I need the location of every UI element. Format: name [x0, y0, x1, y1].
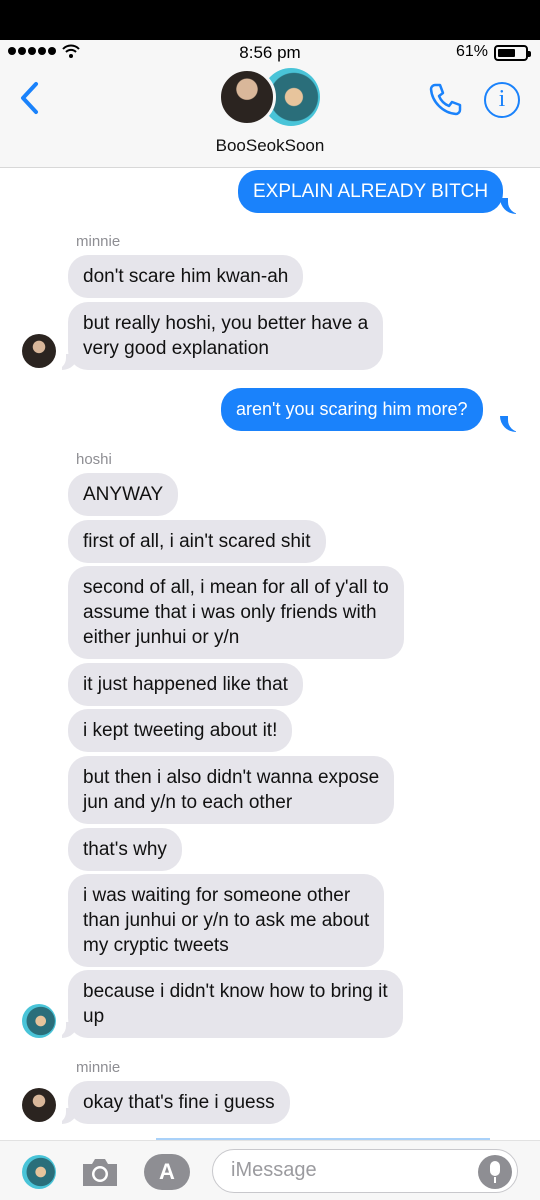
- incoming-message[interactable]: it just happened like that: [68, 663, 303, 706]
- bubble-tail: [500, 198, 520, 214]
- message-text: okay that's fine i guess: [83, 1092, 275, 1113]
- message-text: don't scare him kwan-ah: [83, 266, 289, 287]
- message-line: my cryptic tweets: [83, 935, 229, 956]
- message-composer: A iMessage: [0, 1140, 540, 1200]
- message-line: jun and y/n to each other: [83, 792, 293, 813]
- outgoing-message[interactable]: aren't you scaring him more?: [221, 388, 483, 431]
- phone-icon[interactable]: [426, 80, 464, 118]
- app-store-icon[interactable]: A: [144, 1154, 190, 1190]
- incoming-message[interactable]: first of all, i ain't scared shit: [68, 520, 326, 563]
- avatar[interactable]: [22, 334, 56, 368]
- avatar: [218, 68, 276, 126]
- status-bar: 8:56 pm 61%: [0, 40, 540, 64]
- conversation-title[interactable]: BooSeokSoon: [0, 136, 540, 156]
- message-text: aren't you scaring him more?: [236, 399, 468, 419]
- bubble-tail: [54, 1022, 78, 1038]
- outgoing-message[interactable]: EXPLAIN ALREADY BITCH: [238, 170, 504, 213]
- message-text: EXPLAIN ALREADY BITCH: [253, 181, 489, 202]
- top-black-bar: [0, 0, 540, 40]
- message-text: first of all, i ain't scared shit: [83, 531, 311, 552]
- message-text: it just happened like that: [83, 674, 288, 695]
- imessage-input[interactable]: iMessage: [212, 1149, 518, 1193]
- bubble-tail: [500, 416, 520, 432]
- battery-percentage: 61%: [455, 43, 488, 60]
- message-line: but then i also didn't wanna expose: [83, 767, 380, 788]
- incoming-message[interactable]: that's why: [68, 828, 182, 871]
- info-icon[interactable]: i: [484, 82, 520, 118]
- message-line: up: [83, 1006, 105, 1027]
- incoming-message[interactable]: don't scare him kwan-ah: [68, 255, 304, 298]
- incoming-message[interactable]: ANYWAY: [68, 473, 179, 516]
- incoming-message[interactable]: i was waiting for someone other than jun…: [68, 874, 385, 967]
- message-line: because i didn't know how to bring it: [83, 981, 388, 1002]
- group-avatars[interactable]: [218, 66, 322, 126]
- message-line: very good explanation: [83, 338, 269, 359]
- camera-icon[interactable]: [80, 1155, 120, 1189]
- message-line: either junhui or y/n: [83, 627, 240, 648]
- incoming-message[interactable]: okay that's fine i guess: [68, 1081, 290, 1124]
- incoming-message[interactable]: because i didn't know how to bring it up: [68, 970, 403, 1038]
- avatar[interactable]: [22, 1088, 56, 1122]
- sender-name: hoshi: [76, 451, 112, 468]
- incoming-message[interactable]: second of all, i mean for all of y'all t…: [68, 566, 404, 659]
- bubble-tail: [54, 354, 78, 370]
- incoming-message[interactable]: but really hoshi, you better have a very…: [68, 302, 384, 370]
- message-line: assume that i was only friends with: [83, 602, 377, 623]
- input-placeholder: iMessage: [231, 1159, 317, 1181]
- sender-name: minnie: [76, 233, 121, 250]
- incoming-message[interactable]: but then i also didn't wanna expose jun …: [68, 756, 395, 824]
- message-line: second of all, i mean for all of y'all t…: [83, 577, 389, 598]
- bubble-tail: [54, 1108, 78, 1124]
- message-line: i was waiting for someone other: [83, 885, 351, 906]
- memoji-avatar-button[interactable]: [22, 1155, 56, 1189]
- microphone-icon[interactable]: [478, 1155, 512, 1189]
- battery-icon: [494, 45, 531, 61]
- incoming-message[interactable]: i kept tweeting about it!: [68, 709, 293, 752]
- message-text: i kept tweeting about it!: [83, 720, 278, 741]
- conversation-header: BooSeokSoon i: [0, 64, 540, 168]
- message-line: than junhui or y/n to ask me about: [83, 910, 370, 931]
- sender-name: minnie: [76, 1059, 121, 1076]
- message-text: ANYWAY: [83, 484, 164, 505]
- message-text: that's why: [83, 839, 167, 860]
- avatar[interactable]: [22, 1004, 56, 1038]
- message-line: but really hoshi, you better have a: [83, 313, 369, 334]
- back-chevron-icon[interactable]: [16, 80, 46, 116]
